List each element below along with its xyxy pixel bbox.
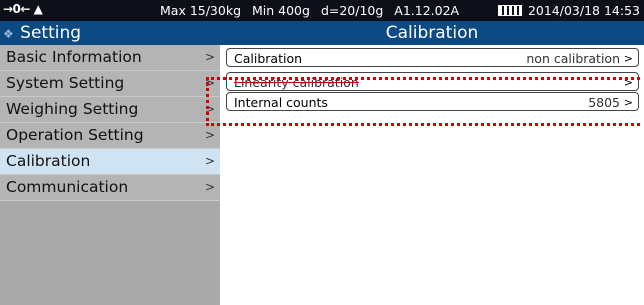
highlight-annotation-box xyxy=(206,77,640,126)
sidebar-item-system-setting[interactable]: System Setting > xyxy=(0,71,220,97)
scale-info: Max 15/30kg Min 400g d=20/10g A1.12.02A xyxy=(160,3,466,18)
zero-indicator-icon: →0← xyxy=(3,2,30,16)
sidebar-item-operation-setting[interactable]: Operation Setting > xyxy=(0,123,220,149)
sidebar-item-label: Operation Setting xyxy=(6,126,144,144)
status-icons: →0← ▲ xyxy=(3,2,43,16)
sidebar-title-text: Setting xyxy=(20,23,82,43)
chevron-right-icon: > xyxy=(204,154,215,168)
sidebar-item-label: Weighing Setting xyxy=(6,100,139,118)
calibration-row[interactable]: Calibration non calibration > xyxy=(226,48,639,67)
sidebar-item-communication[interactable]: Communication > xyxy=(0,175,220,201)
battery-icon xyxy=(497,5,522,16)
sidebar-item-weighing-setting[interactable]: Weighing Setting > xyxy=(0,97,220,123)
sidebar-title: ❖ Setting xyxy=(0,21,220,45)
chevron-right-icon: > xyxy=(204,50,215,64)
page-title: Calibration xyxy=(220,21,644,45)
max-capacity: Max 15/30kg xyxy=(160,3,242,18)
level-indicator-icon: ▲ xyxy=(33,2,43,16)
sidebar: ❖ Setting Basic Information > System Set… xyxy=(0,21,220,305)
firmware-version: A1.12.02A xyxy=(394,3,460,18)
sidebar-item-label: System Setting xyxy=(6,74,125,92)
chevron-right-icon: > xyxy=(204,128,215,142)
datetime: 2014/03/18 14:53 xyxy=(497,3,640,18)
row-value: non calibration xyxy=(526,51,620,66)
chevron-right-icon: > xyxy=(204,180,215,194)
sidebar-item-label: Basic Information xyxy=(6,48,142,66)
row-label: Calibration xyxy=(234,51,303,66)
setting-icon: ❖ xyxy=(3,27,14,41)
status-bar: →0← ▲ Max 15/30kg Min 400g d=20/10g A1.1… xyxy=(0,0,644,21)
sidebar-item-calibration[interactable]: Calibration > xyxy=(0,149,220,175)
chevron-right-icon: > xyxy=(623,52,633,65)
min-capacity: Min 400g xyxy=(252,3,310,18)
division: d=20/10g xyxy=(320,3,384,18)
sidebar-item-basic-information[interactable]: Basic Information > xyxy=(0,45,220,71)
sidebar-item-label: Calibration xyxy=(6,152,91,170)
sidebar-item-label: Communication xyxy=(6,178,129,196)
datetime-text: 2014/03/18 14:53 xyxy=(527,3,640,18)
